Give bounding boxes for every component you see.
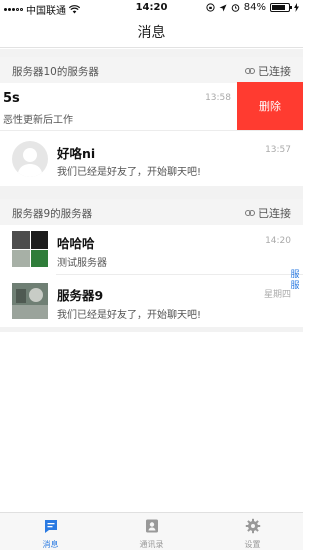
tab-settings[interactable]: 设置 (202, 513, 303, 550)
tab-bar: 消息 通讯录 设置 (0, 512, 303, 550)
conversation-row-hahaha[interactable]: 哈哈哈 测试服务器 14:20 (0, 225, 303, 275)
side-tag[interactable]: 服服 (289, 270, 301, 292)
connection-status: 已连接 (245, 63, 291, 79)
conversation-time: 星期四 (263, 290, 291, 300)
conversation-name: 5s (3, 91, 20, 106)
group-header-server10: 服务器10的服务器 已连接 (0, 57, 303, 83)
location-icon (219, 4, 227, 11)
tab-label: 设置 (244, 540, 261, 549)
page-title: 消息 (137, 25, 166, 41)
conversation-name: 哈哈哈 (57, 236, 95, 251)
group-avatar (12, 231, 48, 267)
connection-status-label: 已连接 (258, 207, 291, 220)
conversation-time: 13:58 (205, 93, 231, 103)
photo-avatar-image (12, 283, 48, 319)
message-icon (44, 520, 57, 533)
delete-button[interactable]: 删除 (237, 82, 303, 130)
list-end-gap (0, 327, 303, 332)
group-gap (0, 186, 303, 199)
link-icon (245, 68, 255, 74)
connection-status-label: 已连接 (258, 65, 291, 78)
conversation-message: 恶性更新后工作 (3, 115, 73, 126)
connection-status: 已连接 (245, 205, 291, 221)
conversation-message: 我们已经是好友了，开始聊天吧! (57, 167, 202, 178)
conversation-message: 测试服务器 (57, 258, 107, 269)
orientation-lock-icon (206, 3, 215, 12)
conversation-name: 服务器9 (57, 288, 104, 303)
battery-fill (272, 5, 286, 10)
nav-bar: 消息 (0, 16, 303, 48)
link-icon (245, 210, 255, 216)
group-title: 服务器9的服务器 (12, 208, 93, 220)
status-right: 84% (206, 2, 299, 13)
charging-icon (294, 3, 299, 12)
avatar (12, 283, 48, 319)
avatar (12, 141, 48, 177)
tab-contacts[interactable]: 通讯录 (101, 513, 202, 550)
battery-percent: 84% (243, 2, 266, 13)
default-avatar-icon (17, 148, 43, 177)
conversation-message: 我们已经是好友了，开始聊天吧! (57, 310, 202, 321)
conversation-name: 好咯ni (57, 146, 96, 161)
alarm-icon (231, 4, 240, 12)
tab-label: 消息 (42, 540, 59, 549)
conversation-row-haoluoni[interactable]: 好咯ni 我们已经是好友了，开始聊天吧! 13:57 (0, 131, 303, 186)
group-title: 服务器10的服务器 (12, 66, 99, 78)
tab-label: 通讯录 (139, 540, 164, 549)
tab-messages[interactable]: 消息 (0, 513, 101, 550)
group-header-server9: 服务器9的服务器 已连接 (0, 199, 303, 225)
conversation-row-server9[interactable]: 服务器9 我们已经是好友了，开始聊天吧! 星期四 (0, 275, 303, 327)
conversation-time: 13:57 (265, 145, 291, 155)
conversation-time: 14:20 (265, 236, 291, 246)
gear-icon (245, 518, 260, 534)
group-gap (0, 49, 303, 57)
contacts-icon (145, 519, 158, 533)
battery-icon (270, 3, 292, 12)
status-bar: 中国联通 14:20 84% (0, 0, 303, 17)
